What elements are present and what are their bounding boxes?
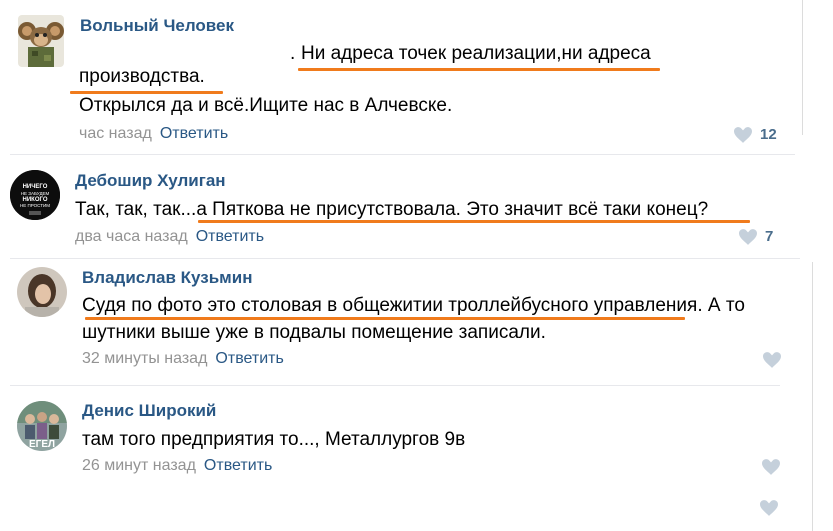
cheburashka-avatar-icon bbox=[18, 15, 64, 67]
comment-meta: два часа назад Ответить bbox=[75, 228, 264, 246]
comment-time[interactable]: 26 минут назад bbox=[82, 457, 196, 474]
heart-icon bbox=[762, 459, 780, 475]
avatar[interactable]: ЕГЕЛ bbox=[17, 401, 67, 451]
comment-text-line: Открылся да и всё.Ищите нас в Алчевске. bbox=[79, 95, 453, 116]
comment-text-line: там того предприятия то..., Металлургов … bbox=[82, 429, 466, 450]
avatar[interactable]: НИЧЕГО НЕ ЗАБУДЕМ НИКОГО НЕ ПРОСТИМ bbox=[10, 170, 60, 220]
like-button[interactable] bbox=[762, 459, 788, 475]
comment-meta: 32 минуты назад Ответить bbox=[82, 350, 284, 368]
comment-time[interactable]: час назад bbox=[79, 125, 152, 142]
comment-time[interactable]: два часа назад bbox=[75, 228, 188, 245]
heart-icon bbox=[739, 228, 757, 245]
divider bbox=[10, 385, 780, 386]
reply-button[interactable]: Ответить bbox=[215, 350, 283, 367]
reply-button[interactable]: Ответить bbox=[160, 125, 228, 142]
person-photo-avatar-icon bbox=[17, 267, 67, 317]
comment-author[interactable]: Дебошир Хулиган bbox=[75, 171, 226, 191]
like-count: 7 bbox=[765, 228, 774, 245]
slogan-avatar-icon: НИЧЕГО НЕ ЗАБУДЕМ НИКОГО НЕ ПРОСТИМ bbox=[10, 170, 60, 220]
highlight-underline bbox=[198, 220, 750, 223]
comment-meta: час назад Ответить bbox=[79, 125, 228, 143]
comment-time[interactable]: 32 минуты назад bbox=[82, 350, 207, 367]
like-button[interactable]: 12 bbox=[734, 126, 777, 143]
heart-icon bbox=[760, 500, 778, 516]
reply-button[interactable]: Ответить bbox=[196, 228, 264, 245]
divider bbox=[10, 154, 795, 155]
comment-author[interactable]: Вольный Человек bbox=[80, 16, 234, 36]
comment-text-line: производства. bbox=[79, 66, 205, 87]
reply-button[interactable]: Ответить bbox=[204, 457, 272, 474]
frame-border-right bbox=[802, 0, 803, 135]
svg-text:ЕГЕЛ: ЕГЕЛ bbox=[29, 439, 55, 450]
comment-text-prefix: . bbox=[290, 43, 296, 64]
divider bbox=[10, 258, 800, 259]
frame-border-right-lower bbox=[812, 262, 813, 531]
comment-author[interactable]: Денис Широкий bbox=[82, 401, 216, 421]
comment-text-line: Ни адреса точек реализации,ни адреса bbox=[301, 43, 651, 64]
svg-text:НИЧЕГО: НИЧЕГО bbox=[23, 184, 48, 190]
like-button[interactable] bbox=[763, 352, 789, 368]
like-button[interactable] bbox=[760, 500, 778, 516]
like-button[interactable]: 7 bbox=[739, 228, 773, 245]
heart-icon bbox=[734, 126, 752, 143]
comment-meta: 26 минут назад Ответить bbox=[82, 457, 272, 475]
svg-text:НЕ ПРОСТИМ: НЕ ПРОСТИМ bbox=[20, 203, 50, 208]
heart-icon bbox=[763, 352, 781, 368]
highlight-underline bbox=[298, 68, 660, 71]
group-photo-avatar-icon: ЕГЕЛ bbox=[17, 401, 67, 451]
comment-author[interactable]: Владислав Кузьмин bbox=[82, 268, 252, 288]
avatar[interactable] bbox=[17, 267, 67, 317]
svg-text:НЕ ЗАБУДЕМ: НЕ ЗАБУДЕМ bbox=[21, 191, 50, 196]
comment-text-line: шутники выше уже в подвалы помещение зап… bbox=[82, 322, 546, 343]
like-count: 12 bbox=[760, 126, 777, 143]
avatar[interactable] bbox=[18, 15, 64, 67]
